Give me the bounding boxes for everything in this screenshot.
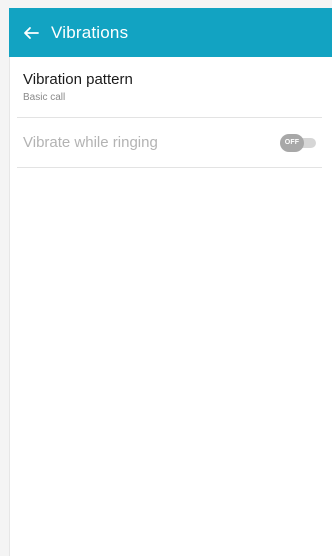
vibrate-while-ringing-item[interactable]: Vibrate while ringing OFF xyxy=(17,118,322,168)
toggle-knob: OFF xyxy=(280,133,304,152)
back-button[interactable] xyxy=(13,8,49,57)
settings-list: Vibration pattern Basic call Vibrate whi… xyxy=(9,57,332,556)
vibrate-while-ringing-title: Vibrate while ringing xyxy=(23,133,158,151)
app-bar: Vibrations xyxy=(9,8,332,57)
vibration-pattern-title: Vibration pattern xyxy=(23,71,133,88)
vibrations-screen: Vibrations Vibration pattern Basic call … xyxy=(0,0,332,556)
toggle-state-label: OFF xyxy=(284,139,300,146)
arrow-left-icon xyxy=(24,26,39,39)
page-title: Vibrations xyxy=(51,22,129,42)
vibration-pattern-item[interactable]: Vibration pattern Basic call xyxy=(17,57,322,118)
vibration-pattern-value: Basic call xyxy=(23,92,66,103)
vibrate-while-ringing-toggle[interactable]: OFF xyxy=(280,133,318,152)
